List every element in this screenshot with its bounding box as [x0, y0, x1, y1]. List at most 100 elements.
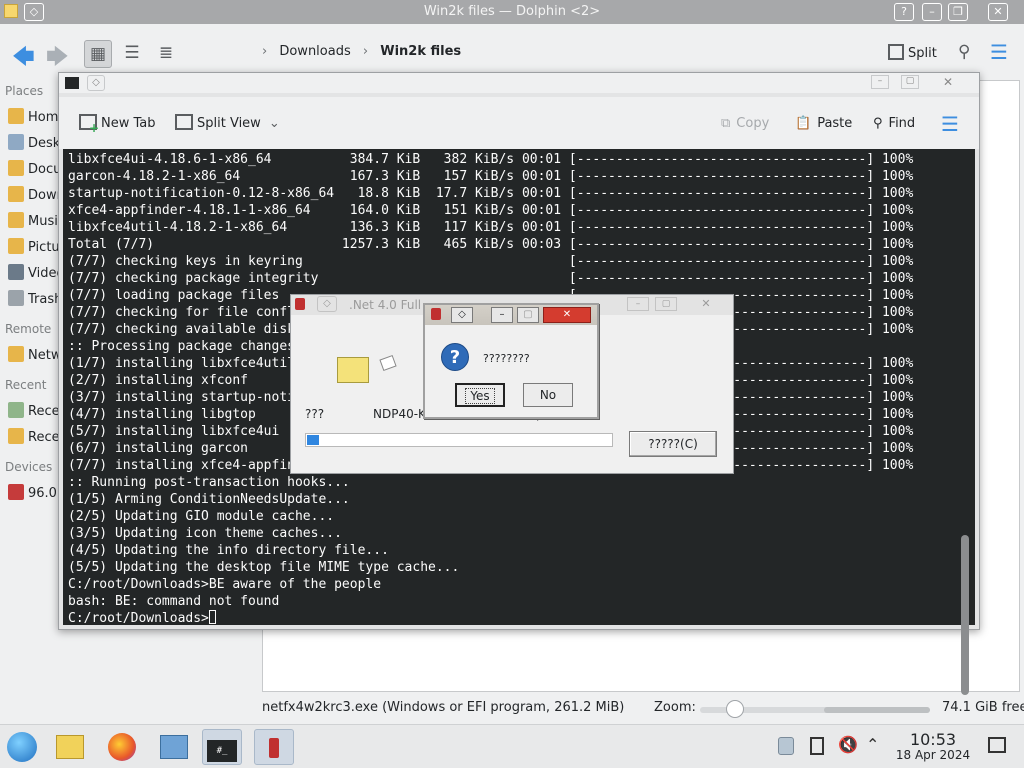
taskbar-terminal[interactable]: #_ [202, 729, 242, 765]
place-music[interactable]: Music [8, 212, 65, 232]
show-desktop-icon[interactable] [988, 737, 1006, 753]
taskbar-firefox[interactable] [102, 729, 142, 765]
split-view-button[interactable]: Split View ⌄ [175, 113, 280, 135]
new-tab-icon: + [79, 114, 99, 134]
videos-folder-icon [8, 264, 24, 280]
installer-icon [269, 738, 279, 758]
terminal-line: (1/5) Arming ConditionNeedsUpdate... [68, 492, 350, 507]
chevron-up-icon[interactable]: ⌃ [866, 735, 879, 754]
split-button[interactable]: Split [888, 44, 937, 64]
net-dialog-status-label: ??? [305, 407, 325, 421]
recent-header: Recent [5, 378, 47, 392]
breadcrumb: › Downloads › Win2k files [262, 44, 469, 59]
close-button[interactable]: ✕ [988, 3, 1008, 21]
paste-button[interactable]: 📋 Paste [795, 113, 852, 135]
message-text: ???????? [483, 352, 530, 365]
minimize-button[interactable]: – [922, 3, 942, 21]
minimize-button[interactable]: – [871, 75, 889, 89]
terminal-line: (2/5) Updating GIO module cache... [68, 509, 335, 524]
message-box-title-bar[interactable]: ◇ – ▢ ✕ [425, 305, 597, 325]
maximize-button[interactable]: ❐ [948, 3, 968, 21]
question-icon: ? [441, 343, 469, 371]
terminal-title-bar[interactable]: ◇ – ▢ ✕ [59, 73, 979, 93]
maximize-button[interactable]: ▢ [655, 297, 677, 311]
drive-icon [8, 484, 24, 500]
window-menu-icon[interactable]: ◇ [87, 75, 105, 91]
maximize-button[interactable]: ▢ [901, 75, 919, 89]
hamburger-menu-icon[interactable]: ☰ [990, 40, 1008, 64]
notes-icon[interactable] [810, 737, 824, 755]
terminal-line: bash: BE: command not found [68, 594, 280, 609]
desktop-icon [8, 134, 24, 150]
terminal-line: Total (7/7) 1257.3 KiB 465 KiB/s 00:03 [… [68, 237, 914, 252]
split-icon [888, 44, 904, 60]
yes-button[interactable]: Yes [455, 383, 505, 407]
terminal-line: (7/7) checking package integrity [------… [68, 271, 914, 286]
taskbar-file-manager[interactable] [50, 729, 90, 765]
new-tab-button[interactable]: + New Tab [79, 113, 156, 135]
chevron-right-icon: › [362, 44, 369, 59]
zoom-slider-handle[interactable] [726, 700, 744, 718]
terminal-line: (5/5) Updating the desktop file MIME typ… [68, 560, 460, 575]
maximize-button[interactable]: ▢ [517, 307, 539, 323]
search-icon[interactable]: ⚲ [958, 42, 970, 62]
taskbar-installer[interactable] [254, 729, 294, 765]
split-label: Split [908, 46, 937, 61]
minimize-button[interactable]: – [627, 297, 649, 311]
help-button[interactable]: ? [894, 3, 914, 21]
window-menu-icon[interactable]: ◇ [451, 307, 473, 323]
folder-app-icon [4, 4, 18, 18]
flying-file-icon [379, 354, 397, 372]
volume-muted-icon[interactable]: 🔇 [838, 735, 858, 754]
windows-logo-icon [7, 732, 37, 762]
network-folder-icon [8, 346, 24, 362]
breadcrumb-downloads[interactable]: Downloads [279, 44, 350, 59]
copy-button[interactable]: ⧉ Copy [721, 113, 769, 135]
music-folder-icon [8, 212, 24, 228]
back-icon[interactable]: 🡄 [12, 40, 35, 78]
cancel-button[interactable]: ?????(C) [629, 431, 717, 457]
terminal-prompt-line[interactable]: C:/root/Downloads> [68, 610, 216, 627]
chevron-right-icon: › [262, 44, 268, 59]
place-trash[interactable]: Trash [8, 290, 62, 310]
system-settings-icon [160, 735, 188, 759]
window-title: Win2k files — Dolphin <2> [423, 4, 601, 19]
no-button[interactable]: No [523, 383, 573, 407]
chevron-down-icon: ⌄ [268, 116, 280, 131]
terminal-line: xfce4-appfinder-4.18.1-1-x86_64 164.0 Ki… [68, 203, 914, 218]
terminal-scrollbar[interactable] [961, 535, 969, 695]
installer-app-icon [295, 298, 305, 310]
terminal-line: libxfce4ui-4.18.6-1-x86_64 384.7 KiB 382… [68, 152, 914, 167]
icons-view-button[interactable]: ▦ [84, 40, 112, 68]
window-menu-icon[interactable]: ◇ [317, 296, 337, 312]
terminal-line: (3/5) Updating icon theme caches... [68, 526, 342, 541]
free-space-bar [824, 707, 930, 713]
close-button[interactable]: ✕ [695, 297, 717, 311]
terminal-icon: #_ [207, 740, 237, 762]
terminal-app-icon [65, 77, 79, 89]
start-menu-button[interactable] [2, 729, 42, 765]
install-progress-bar [305, 433, 613, 447]
taskbar-settings[interactable] [154, 729, 194, 765]
find-button[interactable]: ⚲ Find [873, 113, 915, 135]
folder-icon [56, 735, 84, 759]
split-view-icon [175, 114, 193, 130]
install-progress-fill [307, 435, 319, 445]
remote-header: Remote [5, 322, 52, 336]
terminal-line: (4/5) Updating the info directory file..… [68, 543, 389, 558]
clipboard-icon[interactable] [778, 737, 794, 755]
paste-icon: 📋 [795, 116, 812, 131]
hamburger-menu-icon[interactable]: ☰ [941, 113, 959, 135]
documents-folder-icon [8, 160, 24, 176]
close-button[interactable]: ✕ [939, 75, 957, 89]
minimize-button[interactable]: – [491, 307, 513, 323]
window-title-bar[interactable]: Win2k files — Dolphin <2> [0, 0, 1024, 24]
free-space-label: 74.1 GiB free [942, 700, 1024, 715]
clock-time[interactable]: 10:53 [906, 730, 960, 749]
clock-date[interactable]: 18 Apr 2024 [892, 748, 974, 762]
breadcrumb-current[interactable]: Win2k files [380, 44, 461, 59]
details-view-button[interactable]: ≣ [152, 40, 180, 68]
compact-view-button[interactable]: ☰ [118, 40, 146, 68]
window-menu-icon[interactable]: ◇ [24, 3, 44, 21]
close-button[interactable]: ✕ [543, 307, 591, 323]
